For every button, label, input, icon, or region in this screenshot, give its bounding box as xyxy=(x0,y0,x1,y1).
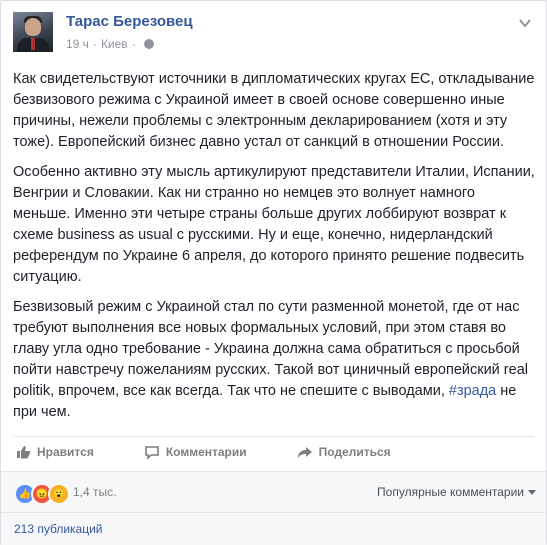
globe-icon xyxy=(143,39,154,49)
sort-label: Популярные комментарии xyxy=(377,485,524,499)
shares-count-link[interactable]: 213 публикаций xyxy=(14,522,103,536)
post-card: Тарас Березовец 19 ч · Киев · Как свидет… xyxy=(0,0,547,545)
hashtag-link[interactable]: #зрада xyxy=(449,383,496,399)
post-location[interactable]: Киев xyxy=(101,37,128,51)
action-bar: Нравится Комментарии Поделиться xyxy=(13,436,534,467)
share-label: Поделиться xyxy=(318,445,391,459)
thumbs-up-icon xyxy=(17,446,31,459)
comment-label: Комментарии xyxy=(165,445,247,459)
comment-button[interactable]: Комментарии xyxy=(144,444,247,460)
meta-separator: · xyxy=(92,37,97,51)
post-meta: 19 ч · Киев · xyxy=(66,37,154,51)
share-icon xyxy=(297,447,312,458)
like-label: Нравится xyxy=(37,445,94,459)
chevron-down-icon[interactable] xyxy=(515,15,535,31)
reaction-icons[interactable]: 👍 😠 😮 xyxy=(14,483,70,505)
comment-sort-dropdown[interactable]: Популярные комментарии xyxy=(377,485,536,499)
post-body: Как свидетельствуют источники в дипломат… xyxy=(13,69,535,432)
comment-icon xyxy=(145,446,159,460)
post-paragraph: Особенно активно эту мысль артикулируют … xyxy=(13,164,535,285)
author-name[interactable]: Тарас Березовец xyxy=(66,13,193,30)
shares-bar: 213 публикаций xyxy=(1,512,546,545)
like-button[interactable]: Нравится xyxy=(15,444,94,460)
wow-reaction-icon: 😮 xyxy=(48,483,70,505)
reaction-count[interactable]: 1,4 тыс. xyxy=(73,485,116,499)
reactions-bar: 👍 😠 😮 1,4 тыс. Популярные комментарии xyxy=(1,471,546,512)
author-avatar[interactable] xyxy=(13,12,53,52)
post-paragraph: Безвизовый режим с Украиной стал по сути… xyxy=(13,297,535,423)
post-time[interactable]: 19 ч xyxy=(66,37,89,51)
dropdown-caret-icon xyxy=(528,490,536,496)
meta-separator: · xyxy=(131,37,136,51)
post-paragraph: Как свидетельствуют источники в дипломат… xyxy=(13,71,535,150)
share-button[interactable]: Поделиться xyxy=(297,444,391,460)
